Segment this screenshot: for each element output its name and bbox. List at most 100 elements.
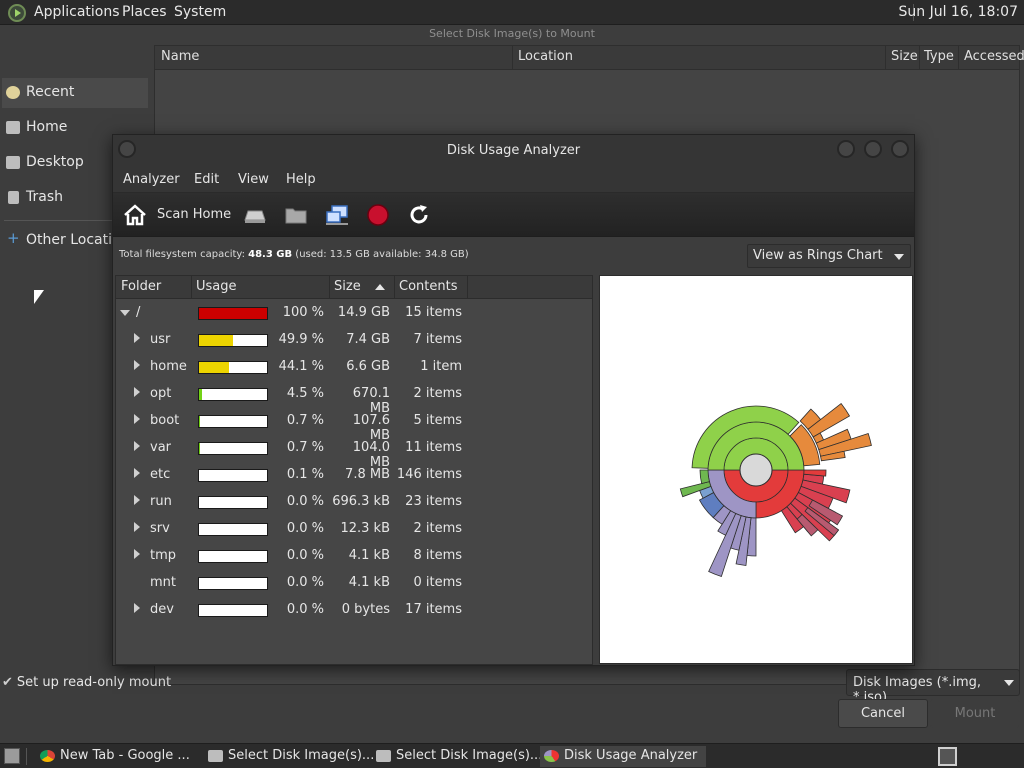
scan-home-button[interactable]: Scan Home xyxy=(157,207,231,222)
clock[interactable]: Sun Jul 16, 18:07 xyxy=(899,4,1019,20)
maximize-icon[interactable] xyxy=(864,140,882,158)
folder-row[interactable]: run 0.0 % 696.3 kB 23 items xyxy=(116,489,592,516)
folder-row[interactable]: mnt 0.0 % 4.1 kB 0 items xyxy=(116,570,592,597)
expander-closed-icon[interactable] xyxy=(134,387,140,397)
rings-chart[interactable] xyxy=(599,275,913,664)
usage-bar-fill xyxy=(199,308,267,319)
menu-system[interactable]: System xyxy=(174,4,226,20)
place-label: Recent xyxy=(26,84,75,100)
column-type[interactable]: Type xyxy=(924,49,954,64)
expander-closed-icon[interactable] xyxy=(134,522,140,532)
usage-percent: 0.0 % xyxy=(286,602,324,617)
expander-closed-icon[interactable] xyxy=(134,333,140,343)
ring-segment-33[interactable] xyxy=(699,469,710,485)
folder-row[interactable]: dev 0.0 % 0 bytes 17 items xyxy=(116,597,592,624)
folder-row[interactable]: usr 49.9 % 7.4 GB 7 items xyxy=(116,327,592,354)
workspace-switcher[interactable] xyxy=(938,747,957,766)
folder-row[interactable]: boot 0.7 % 107.6 MB 5 items xyxy=(116,408,592,443)
folder-icon[interactable] xyxy=(284,203,308,227)
expander-closed-icon[interactable] xyxy=(134,603,140,613)
show-desktop-icon[interactable] xyxy=(4,748,20,764)
menu-edit[interactable]: Edit xyxy=(194,172,219,187)
task-label: Disk Usage Analyzer xyxy=(564,748,698,763)
place-label: Desktop xyxy=(26,154,84,170)
window-icon xyxy=(376,750,391,762)
minimize-icon[interactable] xyxy=(837,140,855,158)
rings-chart-svg[interactable] xyxy=(600,276,912,663)
column-size[interactable]: Size xyxy=(891,49,918,64)
file-list-header: Name Location Size Type Accessed xyxy=(155,46,1024,70)
task-select-disk-image-2[interactable]: Select Disk Image(s)... xyxy=(372,746,542,767)
task-disk-usage-analyzer[interactable]: Disk Usage Analyzer xyxy=(540,746,706,767)
column-size[interactable]: Size xyxy=(334,279,361,294)
readonly-mount-checkbox[interactable]: ✔ Set up read-only mount xyxy=(2,675,171,690)
column-separator xyxy=(958,46,959,70)
chevron-down-icon xyxy=(894,254,904,260)
usage-percent: 0.0 % xyxy=(286,575,324,590)
column-location[interactable]: Location xyxy=(518,49,573,64)
taskbar: New Tab - Google ... Select Disk Image(s… xyxy=(0,743,1024,768)
folder-row[interactable]: home 44.1 % 6.6 GB 1 item xyxy=(116,354,592,381)
folder-row[interactable]: srv 0.0 % 12.3 kB 2 items xyxy=(116,516,592,543)
column-contents[interactable]: Contents xyxy=(399,279,457,294)
chooser-title: Select Disk Image(s) to Mount xyxy=(429,27,595,40)
column-usage[interactable]: Usage xyxy=(196,279,237,294)
place-recent[interactable]: Recent xyxy=(2,78,148,108)
menu-applications[interactable]: Applications xyxy=(34,4,120,20)
folder-tree-header: Folder Usage Size Contents xyxy=(116,276,592,299)
window-title: Disk Usage Analyzer xyxy=(446,143,581,158)
expander-open-icon[interactable] xyxy=(120,310,130,316)
folder-row[interactable]: tmp 0.0 % 4.1 kB 8 items xyxy=(116,543,592,570)
expander-closed-icon[interactable] xyxy=(134,441,140,451)
task-label: Select Disk Image(s)... xyxy=(228,748,375,763)
task-label: Select Disk Image(s)... xyxy=(396,748,543,763)
expander-closed-icon[interactable] xyxy=(134,360,140,370)
folder-size: 696.3 kB xyxy=(332,494,390,509)
window-titlebar[interactable]: Disk Usage Analyzer xyxy=(113,135,914,167)
cancel-button[interactable]: Cancel xyxy=(838,699,928,728)
refresh-icon[interactable] xyxy=(407,203,431,227)
close-icon[interactable] xyxy=(891,140,909,158)
network-icon[interactable] xyxy=(325,203,349,227)
folder-size: 0 bytes xyxy=(341,602,390,617)
folder-row[interactable]: var 0.7 % 104.0 MB 11 items xyxy=(116,435,592,470)
expander-closed-icon[interactable] xyxy=(134,468,140,478)
usage-percent: 0.7 % xyxy=(286,413,324,428)
expander-closed-icon[interactable] xyxy=(134,414,140,424)
column-accessed[interactable]: Accessed xyxy=(964,49,1024,64)
task-chrome[interactable]: New Tab - Google ... xyxy=(36,746,202,767)
stop-icon[interactable] xyxy=(366,203,390,227)
usage-bar xyxy=(198,361,268,374)
usage-bar xyxy=(198,469,268,482)
folder-size: 6.6 GB xyxy=(346,359,390,374)
expander-closed-icon[interactable] xyxy=(134,549,140,559)
folder-row[interactable]: opt 4.5 % 670.1 MB 2 items xyxy=(116,381,592,416)
capacity-prefix: Total filesystem capacity: xyxy=(119,249,249,260)
usage-percent: 44.1 % xyxy=(278,359,324,374)
menu-help[interactable]: Help xyxy=(286,172,316,187)
column-folder[interactable]: Folder xyxy=(121,279,161,294)
file-filter-select[interactable]: Disk Images (*.img, *.iso) xyxy=(846,669,1020,705)
usage-bar xyxy=(198,604,268,617)
menu-analyzer[interactable]: Analyzer xyxy=(123,172,180,187)
usage-bar-fill xyxy=(199,362,229,373)
task-select-disk-image-1[interactable]: Select Disk Image(s)... xyxy=(204,746,374,767)
home-icon[interactable] xyxy=(123,203,147,227)
folder-row[interactable]: / 100 % 14.9 GB 15 items xyxy=(116,300,592,327)
disk-usage-icon xyxy=(544,750,559,762)
home-icon xyxy=(6,121,20,134)
folder-row[interactable]: etc 0.1 % 7.8 MB 146 items xyxy=(116,462,592,489)
readonly-label: Set up read-only mount xyxy=(16,675,172,690)
menu-places[interactable]: Places xyxy=(122,4,167,20)
expander-closed-icon[interactable] xyxy=(134,495,140,505)
folder-name: mnt xyxy=(150,575,176,590)
folder-tree[interactable]: Folder Usage Size Contents / 100 % 14.9 GB… xyxy=(115,275,593,665)
drive-icon[interactable] xyxy=(243,203,267,227)
mint-menu-icon[interactable] xyxy=(8,4,26,22)
view-mode-select[interactable]: View as Rings Chart xyxy=(747,244,911,268)
column-name[interactable]: Name xyxy=(161,49,199,64)
usage-bar xyxy=(198,334,268,347)
ring-center[interactable] xyxy=(739,453,773,487)
mount-button[interactable]: Mount xyxy=(930,699,1020,728)
menu-view[interactable]: View xyxy=(238,172,269,187)
